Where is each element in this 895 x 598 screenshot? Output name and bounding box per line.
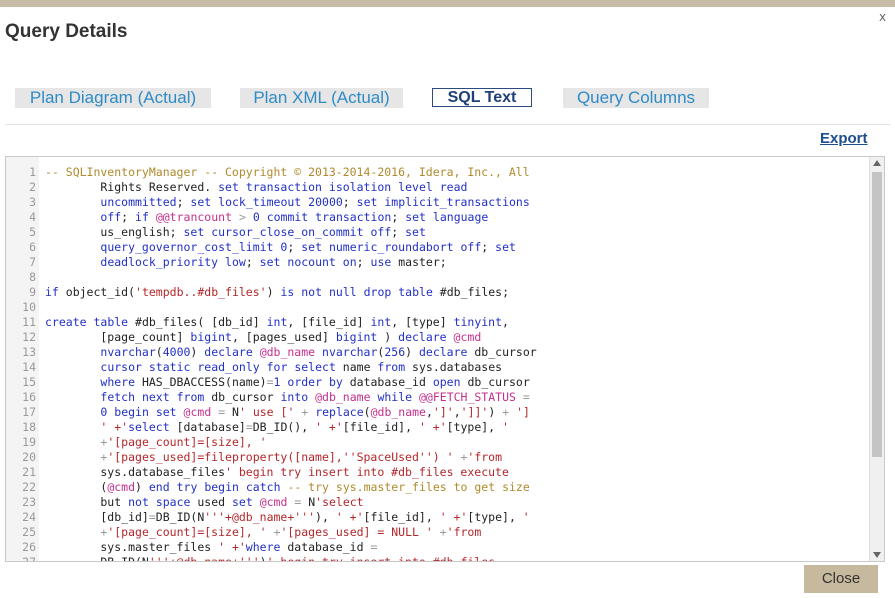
line-number: 1 [29, 165, 36, 179]
line-number: 19 [22, 435, 36, 449]
line-number: 2 [29, 180, 36, 194]
scroll-up-icon[interactable] [873, 160, 881, 166]
dialog-top-border [0, 0, 895, 7]
code-line: 6 query_governor_cost_limit 0; set numer… [6, 240, 870, 255]
code-line: 26 sys.master_files ' +'where database_i… [6, 540, 870, 555]
code-text: [page_count] bigint, [pages_used] bigint… [45, 330, 482, 344]
code-line: 4 off; if @@trancount > 0 commit transac… [6, 210, 870, 225]
code-text: where HAS_DBACCESS(name)=1 order by data… [100, 375, 530, 389]
dialog-title: Query Details [5, 21, 128, 42]
code-line: 24 [db_id]=DB_ID(N'''+@db_name+'''), ' +… [6, 510, 870, 525]
line-number: 12 [22, 330, 36, 344]
code-text: off; if @@trancount > 0 commit transacti… [100, 210, 489, 224]
code-text: 0 begin set @cmd = N' use [' + replace(@… [100, 405, 530, 419]
code-line: 11 create table #db_files( [db_id] int, [… [6, 315, 870, 330]
code-line: 3 uncommitted; set lock_timeout 20000; s… [6, 195, 870, 210]
code-line: 23 but not space used set @cmd = N'selec… [6, 495, 870, 510]
tab-sql-text[interactable]: SQL Text [432, 88, 532, 107]
code-line: 25 +'[page_count]=[size], ' +'[pages_use… [6, 525, 870, 540]
line-number: 9 [29, 285, 36, 299]
code-text: DB_ID(N'''+@db_name+''')' begin try inse… [45, 555, 496, 562]
line-number: 21 [22, 465, 36, 479]
code-text: -- SQLInventoryManager -- Copyright © 20… [45, 165, 530, 179]
line-number: 6 [29, 240, 36, 254]
code-line: 17 0 begin set @cmd = N' use [' + replac… [6, 405, 870, 420]
tab-plan-xml[interactable]: Plan XML (Actual) [240, 88, 403, 108]
code-text: but not space used set @cmd = N'select [45, 495, 364, 509]
close-x-icon[interactable]: x [879, 10, 886, 24]
code-line: 8 [6, 270, 870, 285]
line-number: 13 [22, 345, 36, 359]
code-text: [db_id]=DB_ID(N'''+@db_name+'''), ' +'[f… [45, 510, 530, 524]
code-text: query_governor_cost_limit 0; set numeric… [100, 240, 516, 254]
close-button[interactable]: Close [804, 565, 878, 593]
line-number: 20 [22, 450, 36, 464]
line-number: 10 [22, 300, 36, 314]
code-line: 9 if object_id('tempdb..#db_files') is no… [6, 285, 870, 300]
export-link[interactable]: Export [820, 130, 868, 147]
line-number: 7 [29, 255, 36, 269]
line-number: 5 [29, 225, 36, 239]
code-text: nvarchar(4000) declare @db_name nvarchar… [100, 345, 537, 359]
code-line: 22 (@cmd) end try begin catch -- try sys… [6, 480, 870, 495]
line-number: 24 [22, 510, 36, 524]
code-text: create table #db_files( [db_id] int, [fi… [45, 315, 509, 329]
tab-plan-diagram[interactable]: Plan Diagram (Actual) [15, 88, 211, 108]
code-line: 15 where HAS_DBACCESS(name)=1 order by d… [6, 375, 870, 390]
line-number: 4 [29, 210, 36, 224]
code-text: sys.master_files ' +'where database_id = [45, 540, 378, 554]
line-number: 17 [22, 405, 36, 419]
code-text: deadlock_priority low; set nocount on; u… [100, 255, 447, 269]
scrollbar-thumb[interactable] [872, 172, 882, 457]
code-line: 21 sys.database_files' begin try insert … [6, 465, 870, 480]
code-text: +'[page_count]=[size], ' [100, 435, 267, 449]
scroll-down-icon[interactable] [873, 552, 881, 558]
code-line: 16 fetch next from db_cursor into @db_na… [6, 390, 870, 405]
code-line: 27 DB_ID(N'''+@db_name+''')' begin try i… [6, 555, 870, 562]
line-number: 11 [22, 315, 36, 329]
tab-query-columns[interactable]: Query Columns [563, 88, 709, 108]
line-number: 25 [22, 525, 36, 539]
code-lines: 1 -- SQLInventoryManager -- Copyright © 2… [6, 165, 870, 562]
line-number: 27 [22, 555, 36, 562]
code-text: uncommitted; set lock_timeout 20000; set… [100, 195, 530, 209]
line-number: 26 [22, 540, 36, 554]
code-text: +'[page_count]=[size], ' +'[pages_used] … [100, 525, 482, 539]
code-line: 13 nvarchar(4000) declare @db_name nvarc… [6, 345, 870, 360]
code-text: (@cmd) end try begin catch -- try sys.ma… [45, 480, 530, 494]
code-line: 20 +'[pages_used]=fileproperty([name],''… [6, 450, 870, 465]
code-line: 12 [page_count] bigint, [pages_used] big… [6, 330, 870, 345]
line-number: 23 [22, 495, 36, 509]
tab-divider [5, 124, 890, 125]
line-number: 18 [22, 420, 36, 434]
code-text: fetch next from db_cursor into @db_name … [100, 390, 530, 404]
sql-text-editor[interactable]: 1 -- SQLInventoryManager -- Copyright © 2… [5, 156, 885, 562]
line-number: 22 [22, 480, 36, 494]
line-number: 3 [29, 195, 36, 209]
code-text: Rights Reserved. set transaction isolati… [45, 180, 468, 194]
code-text: sys.database_files' begin try insert int… [45, 465, 509, 479]
code-line: 18 ' +'select [database]=DB_ID(), ' +'[f… [6, 420, 870, 435]
code-line: 7 deadlock_priority low; set nocount on;… [6, 255, 870, 270]
code-line: 1 -- SQLInventoryManager -- Copyright © 2… [6, 165, 870, 180]
line-number: 8 [29, 270, 36, 284]
code-line: 10 [6, 300, 870, 315]
code-line: 2 Rights Reserved. set transaction isola… [6, 180, 870, 195]
code-line: 5 us_english; set cursor_close_on_commit… [6, 225, 870, 240]
code-text: +'[pages_used]=fileproperty([name],''Spa… [100, 450, 503, 464]
code-line: 14 cursor static read_only for select na… [6, 360, 870, 375]
code-text: cursor static read_only for select name … [100, 360, 503, 374]
code-text: ' +'select [database]=DB_ID(), ' +'[file… [100, 420, 509, 434]
vertical-scrollbar[interactable] [869, 157, 884, 561]
line-number: 15 [22, 375, 36, 389]
code-text: us_english; set cursor_close_on_commit o… [45, 225, 426, 239]
line-number: 14 [22, 360, 36, 374]
code-text: if object_id('tempdb..#db_files') is not… [45, 285, 510, 299]
line-number: 16 [22, 390, 36, 404]
code-line: 19 +'[page_count]=[size], ' [6, 435, 870, 450]
